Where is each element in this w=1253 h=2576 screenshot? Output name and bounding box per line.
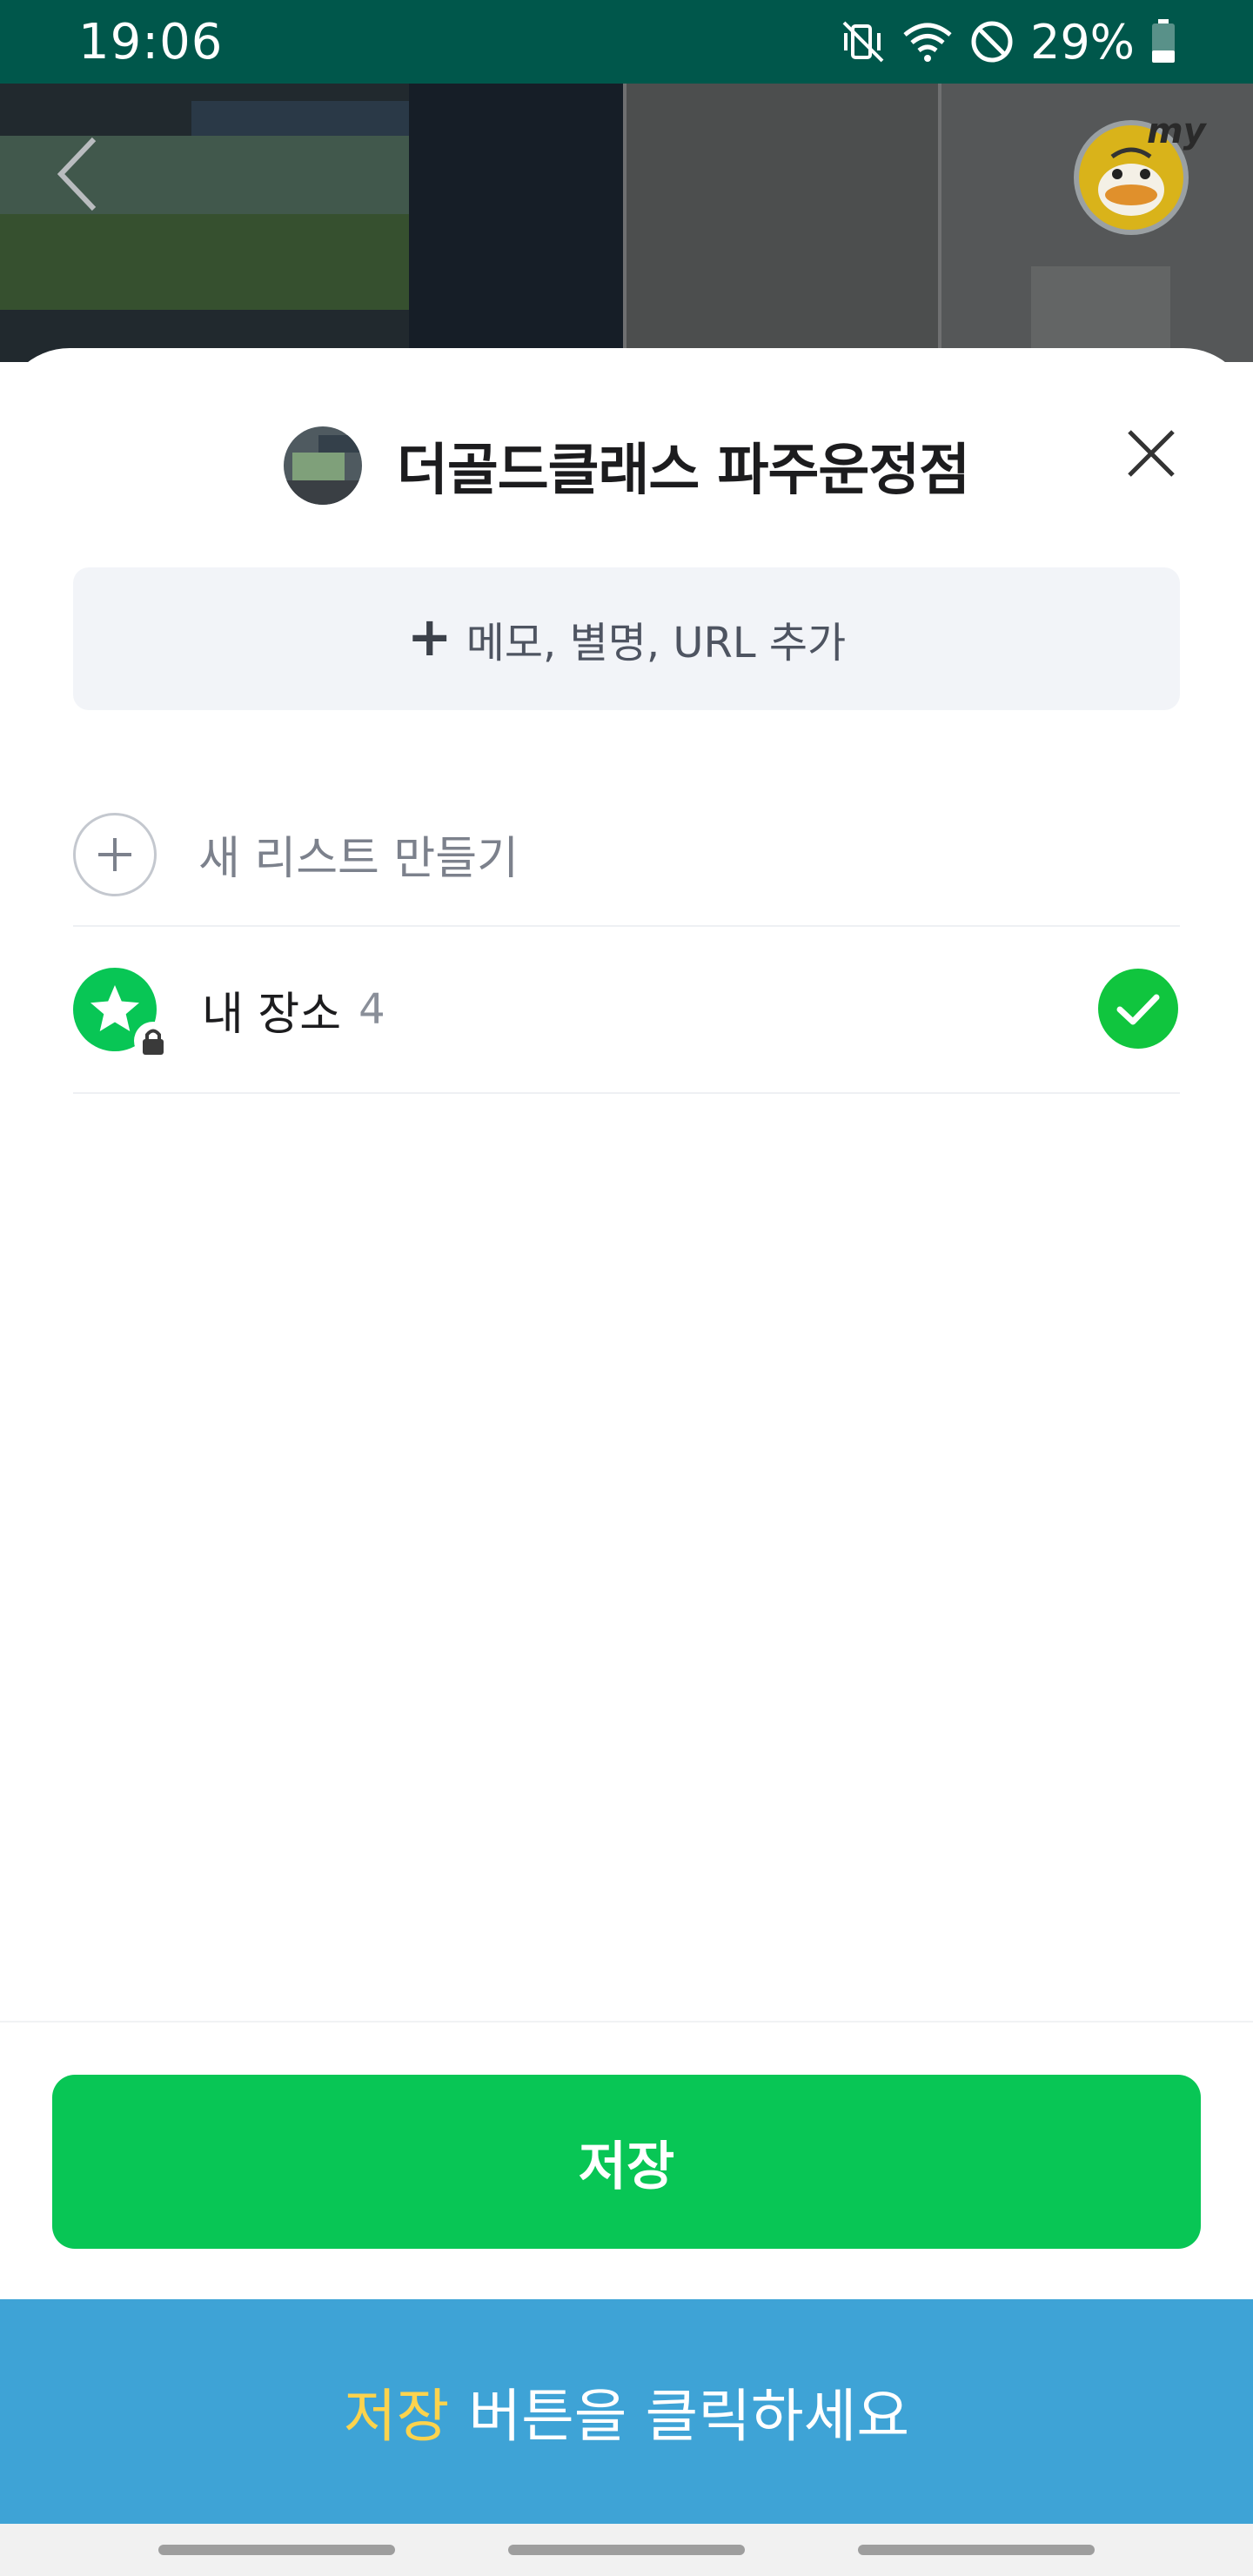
status-icons: 29% <box>841 15 1176 70</box>
nav-home-button[interactable] <box>508 2545 745 2555</box>
do-not-disturb-icon <box>969 19 1015 64</box>
add-memo-button[interactable]: + 메모, 별명, URL 추가 <box>73 567 1180 710</box>
battery-percent: 29% <box>1029 14 1135 70</box>
plus-icon: + <box>406 604 452 668</box>
save-button[interactable]: 저장 <box>52 2075 1201 2249</box>
screen: 19:06 29% my 더골드클래스 파주운정점 + 메모, 별명, URL … <box>0 0 1253 2576</box>
list-name: 내 장소 <box>202 988 342 1041</box>
place-title: 더골드클래스 파주운정점 <box>397 439 970 503</box>
list-item[interactable]: 내 장소 4 <box>73 927 1180 1094</box>
star-lock-icon <box>73 968 172 1060</box>
back-button[interactable] <box>49 131 110 218</box>
my-badge: my <box>1147 111 1206 151</box>
hint-banner: 저장 버튼을 클릭하세요 <box>0 2299 1253 2524</box>
save-to-list-sheet: 더골드클래스 파주운정점 + 메모, 별명, URL 추가 새 리스트 만들기 <box>0 348 1253 2245</box>
system-nav-bar <box>0 2524 1253 2576</box>
nav-recents-button[interactable] <box>158 2545 395 2555</box>
hint-highlight: 저장 <box>343 2383 450 2450</box>
status-bar: 19:06 29% <box>0 0 1253 84</box>
battery-icon <box>1150 19 1176 64</box>
circle-plus-icon <box>73 812 157 896</box>
new-list-button[interactable]: 새 리스트 만들기 <box>73 783 1180 927</box>
vibrate-mute-icon <box>841 19 886 64</box>
list-count: 4 <box>358 985 385 1034</box>
new-list-label: 새 리스트 만들기 <box>198 833 519 885</box>
divider <box>0 2021 1253 2023</box>
close-icon <box>1128 430 1175 477</box>
chevron-left-icon <box>57 137 97 211</box>
place-photo <box>0 84 1253 362</box>
hint-text: 버튼을 클릭하세요 <box>468 2383 910 2450</box>
close-button[interactable] <box>1121 423 1182 484</box>
wifi-icon <box>901 19 954 64</box>
place-thumbnail <box>284 426 363 505</box>
status-time: 19:06 <box>78 13 224 70</box>
nav-back-button[interactable] <box>858 2545 1095 2555</box>
my-avatar-button[interactable]: my <box>1074 111 1206 237</box>
checkmark-icon[interactable] <box>1098 969 1178 1049</box>
sheet-header: 더골드클래스 파주운정점 <box>0 418 1253 513</box>
save-button-label: 저장 <box>578 2136 675 2197</box>
memo-button-label: 메모, 별명, URL 추가 <box>466 619 847 667</box>
